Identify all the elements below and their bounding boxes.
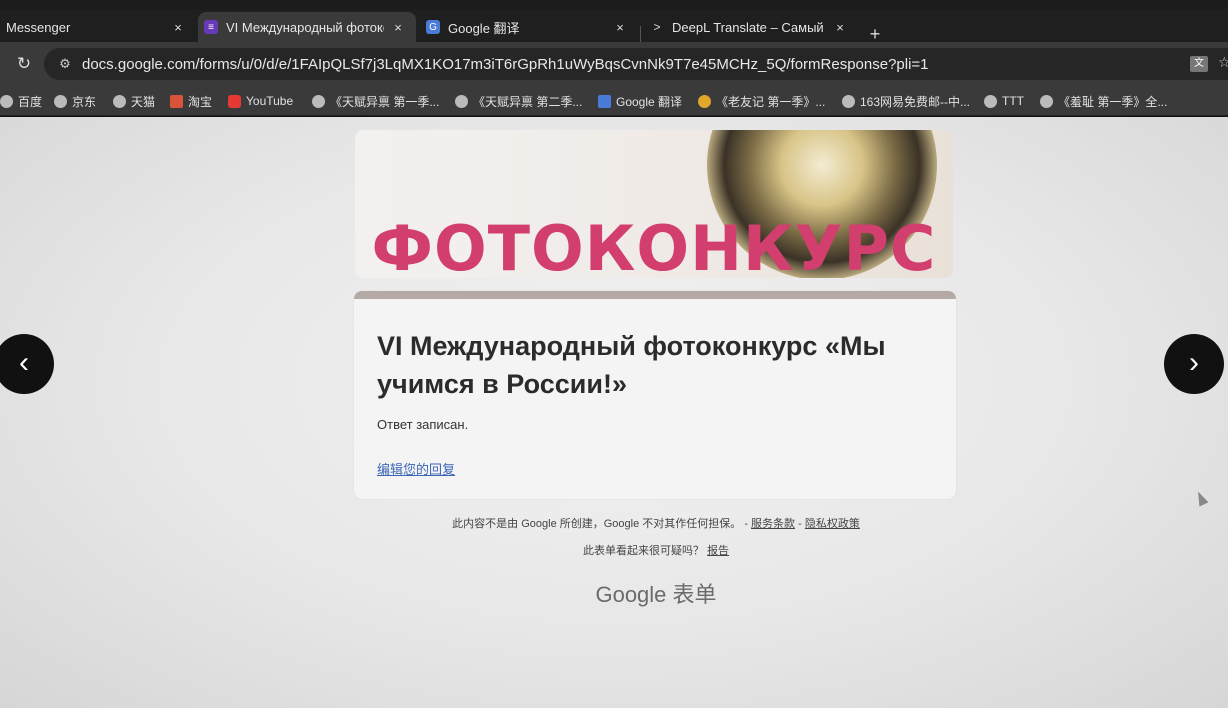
tab-title: Google 翻译 (448, 20, 520, 36)
form-title: VI Международный фотоконкурс «Мы учимся … (377, 331, 886, 399)
tab-google-forms[interactable]: ≡ VI Международный фотоко × (198, 12, 416, 42)
bookmark-label: Google 翻译 (616, 94, 683, 109)
site-info-icon[interactable]: ⚙ (54, 53, 76, 75)
tab-deepl[interactable]: > DeepL Translate – Самый то × (644, 12, 858, 42)
globe-icon (455, 94, 468, 108)
bookmark-label: 《老友记 第一季》... (716, 94, 826, 109)
suspicious-text: 此表单看起来很可疑吗？ (582, 545, 704, 557)
bookmark-label: YouTube (246, 94, 294, 108)
terms-link[interactable]: 服务条款 (751, 518, 795, 530)
privacy-link[interactable]: 隐私权政策 (805, 518, 860, 530)
edit-response-link[interactable]: 编辑您的回复 (377, 459, 455, 478)
bookmark-label: 《羞耻 第一季》全... (1058, 94, 1168, 109)
bookmark-item[interactable]: 淘宝 (170, 92, 212, 110)
tab-title: Messenger (6, 19, 71, 35)
bookmark-item[interactable]: 京东 (54, 92, 96, 110)
mouse-cursor-icon (1193, 489, 1209, 507)
bookmark-star-icon[interactable]: ☆ (1218, 54, 1228, 71)
bookmark-label: 淘宝 (188, 94, 213, 109)
card-accent-stripe (354, 291, 956, 299)
disclaimer: 此内容不是由 Google 所创建，Google 不对其作任何担保。 - 服务条… (0, 515, 1228, 531)
reload-icon[interactable]: ↻ (14, 54, 34, 74)
tab-separator (640, 26, 641, 42)
bookmark-item[interactable]: 《羞耻 第一季》全... (1040, 92, 1167, 110)
bookmark-label: 《天赋异禀 第二季... (473, 94, 583, 109)
form-response-card: VI Международный фотоконкурс «Мы учимся … (354, 291, 956, 499)
bookmark-item[interactable]: 《天赋异禀 第一季... (312, 92, 439, 110)
window-top-strip (0, 0, 1228, 10)
new-tab-button[interactable]: + (866, 24, 884, 44)
globe-icon (312, 94, 325, 108)
tab-title: DeepL Translate – Самый то (672, 19, 826, 35)
globe-icon (113, 94, 126, 108)
bookmark-item[interactable]: YouTube (228, 92, 293, 110)
bookmark-item[interactable]: 《老友记 第一季》... (698, 92, 825, 110)
deepl-icon: > (653, 20, 661, 34)
close-icon[interactable]: × (390, 20, 406, 35)
footer-separator: - (798, 518, 802, 530)
globe-icon (1040, 94, 1053, 108)
globe-icon (984, 94, 997, 108)
bookmark-item[interactable]: 《天赋异禀 第二季... (455, 92, 582, 110)
form-page: ФОТОКОНКУРС VI Международный фотоконкурс… (0, 117, 1228, 708)
url-text[interactable]: docs.google.com/forms/u/0/d/e/1FAIpQLSf7… (82, 56, 929, 73)
bookmark-item[interactable]: 163网易免费邮--中... (842, 92, 970, 110)
google-forms-logo[interactable]: Google 表单 (0, 577, 1228, 609)
forms-icon: ≡ (204, 20, 218, 34)
translate-icon (598, 94, 611, 108)
bookmark-item[interactable]: 百度 (0, 92, 42, 110)
translate-icon: G (426, 20, 440, 34)
report-link[interactable]: 报告 (707, 545, 729, 557)
tab-bar: Messenger × ≡ VI Международный фотоко × … (0, 10, 1228, 44)
tab-messenger[interactable]: Messenger × (0, 12, 196, 42)
tab-google-translate[interactable]: G Google 翻译 × (420, 12, 638, 42)
bookmark-label: TTT (1002, 94, 1024, 108)
form-header-image: ФОТОКОНКУРС (355, 130, 953, 278)
globe-icon (842, 94, 855, 108)
address-bar[interactable]: ⚙ docs.google.com/forms/u/0/d/e/1FAIpQLS… (44, 48, 1228, 80)
browser-toolbar: ↻ ⚙ docs.google.com/forms/u/0/d/e/1FAIpQ… (0, 42, 1228, 86)
banner-title: ФОТОКОНКУРС (371, 212, 937, 278)
bookmark-item[interactable]: 天猫 (113, 92, 155, 110)
bookmark-label: 163网易免费邮--中... (860, 94, 971, 109)
close-icon[interactable]: × (612, 20, 628, 35)
bookmark-label: 京东 (72, 94, 97, 109)
chevron-right-icon[interactable]: › (1164, 334, 1224, 394)
page-translate-icon[interactable]: 文 (1190, 56, 1208, 72)
close-icon[interactable]: × (832, 20, 848, 35)
report-line: 此表单看起来很可疑吗？ 报告 (0, 542, 1228, 558)
disclaimer-text: 此内容不是由 Google 所创建，Google 不对其作任何担保。 - (452, 518, 748, 530)
bookmark-label: 百度 (18, 94, 43, 109)
globe-icon (54, 94, 67, 108)
bookmarks-bar: 百度 京东 天猫 淘宝 YouTube 《天赋异禀 第一季... 《天赋异禀 第… (0, 86, 1228, 116)
globe-icon (0, 94, 13, 108)
close-icon[interactable]: × (170, 20, 186, 35)
bookmark-label: 天猫 (131, 94, 156, 109)
site-icon (698, 94, 711, 108)
tab-title: VI Международный фотоко (226, 19, 384, 35)
youtube-icon (228, 94, 241, 108)
bookmark-item[interactable]: TTT (984, 92, 1024, 110)
bookmark-item[interactable]: Google 翻译 (598, 92, 682, 110)
bookmark-label: 《天赋异禀 第一季... (330, 94, 440, 109)
response-status: Ответ записан. (377, 417, 469, 432)
taobao-icon (170, 94, 183, 108)
